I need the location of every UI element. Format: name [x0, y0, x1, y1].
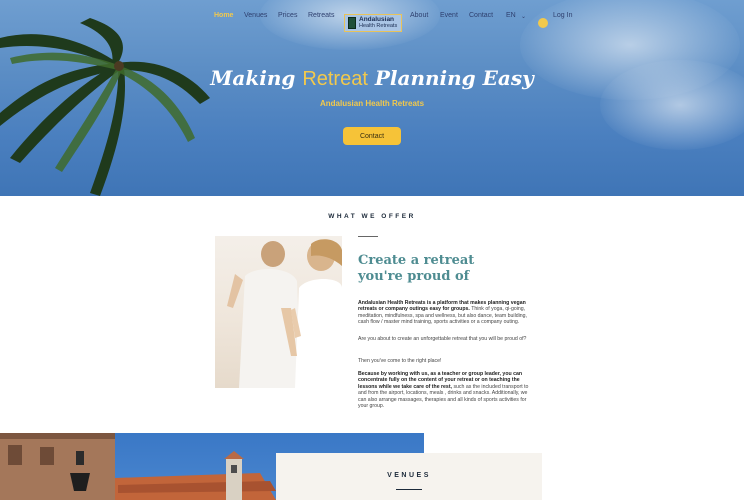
nav-about-link[interactable]: About: [410, 12, 428, 19]
hero-title: Making Retreat Planning Easy: [0, 66, 744, 91]
venues-title: VENUES: [387, 472, 431, 479]
contact-button[interactable]: Contact: [343, 127, 401, 145]
nav-home-link[interactable]: Home: [214, 12, 233, 19]
chevron-down-icon[interactable]: ⌄: [521, 13, 526, 20]
offer-paragraph-1: Andalusian Health Retreats is a platform…: [358, 300, 530, 326]
logo-line1: Andalusian: [359, 16, 395, 23]
main-nav: Home Venues Prices Retreats Andalusian H…: [0, 8, 744, 32]
user-avatar-icon[interactable]: [538, 18, 548, 28]
yoga-women-photo: [215, 236, 342, 388]
nav-retreats-link[interactable]: Retreats: [308, 12, 334, 19]
logo-mark-icon: [348, 17, 356, 29]
offer-heading-line2: you're proud of: [358, 269, 470, 284]
offer-heading: Create a retreat you're proud of: [358, 253, 558, 285]
hero-title-part1: Making: [210, 66, 303, 90]
venues-divider: [396, 489, 422, 490]
section-title-what-we-offer: WHAT WE OFFER: [328, 213, 416, 220]
venues-card: VENUES: [276, 453, 542, 500]
hero-title-part2: Retreat: [302, 68, 368, 90]
divider-line: [358, 236, 378, 237]
site-logo[interactable]: Andalusian Health Retreats: [344, 14, 402, 32]
nav-contact-link[interactable]: Contact: [469, 12, 493, 19]
offer-paragraph-4: Because by working with us, as a teacher…: [358, 371, 530, 409]
hero-title-part3: Planning Easy: [367, 66, 534, 90]
yoga-illustration: [227, 239, 342, 388]
hero-banner: Home Venues Prices Retreats Andalusian H…: [0, 0, 744, 196]
nav-venues-link[interactable]: Venues: [244, 12, 267, 19]
nav-event-link[interactable]: Event: [440, 12, 458, 19]
offer-heading-line1: Create a retreat: [358, 253, 475, 268]
nav-prices-link[interactable]: Prices: [278, 12, 297, 19]
offer-paragraph-2: Are you about to create an unforgettable…: [358, 336, 527, 342]
logo-line2: Health Retreats: [359, 23, 398, 29]
hero-subtitle: Andalusian Health Retreats: [319, 99, 425, 108]
offer-paragraph-3: Then you've come to the right place!: [358, 358, 442, 364]
login-link[interactable]: Log In: [553, 12, 572, 19]
logo-text: Andalusian Health Retreats: [359, 16, 397, 30]
language-selector[interactable]: EN: [506, 12, 516, 19]
